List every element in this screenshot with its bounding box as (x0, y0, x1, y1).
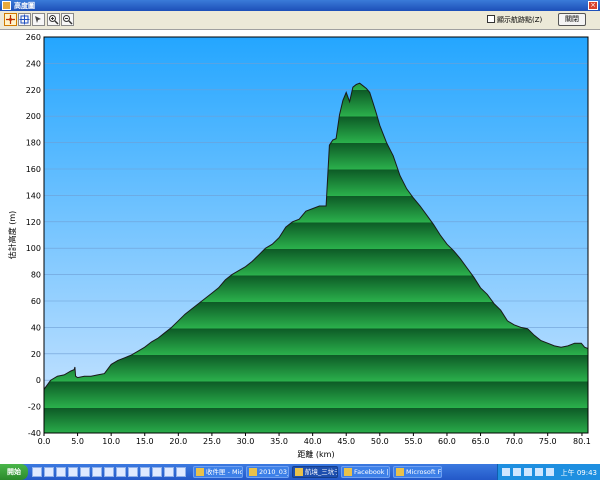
quicklaunch-media-icon[interactable] (68, 467, 78, 477)
window-app-icon (249, 468, 257, 476)
zoom-out-icon[interactable] (61, 13, 74, 26)
pointer-tool-icon[interactable] (4, 13, 17, 26)
window-app-icon (295, 468, 303, 476)
select-tool-icon[interactable] (32, 13, 45, 26)
x-tick-label: 70.0 (505, 437, 523, 446)
taskbar-button[interactable]: Microsoft Fo... (393, 466, 442, 478)
y-axis-ticks: 260240220200180160140120100806040200-20-… (26, 33, 41, 438)
taskbar-button-label: 2010_03_13... (259, 468, 288, 476)
x-tick-label: 80.1 (573, 437, 591, 446)
tray-icon[interactable] (524, 468, 532, 476)
quicklaunch-ie-icon[interactable] (32, 467, 42, 477)
quicklaunch-app-icon[interactable] (116, 467, 126, 477)
x-tick-label: 10.0 (102, 437, 120, 446)
elevation-chart: 260240220200180160140120100806040200-20-… (7, 33, 591, 459)
title-bar: 高度圖 × (0, 0, 600, 11)
window-close-button[interactable]: × (588, 1, 598, 10)
taskbar-button[interactable]: 2010_03_13... (246, 466, 289, 478)
y-tick-label: 60 (31, 297, 41, 306)
quicklaunch-mail-icon[interactable] (56, 467, 66, 477)
y-tick-label: 180 (26, 139, 41, 148)
quicklaunch-app-icon[interactable] (80, 467, 90, 477)
x-tick-label: 60.0 (438, 437, 456, 446)
show-route-label: 顯示航跡點(Z) (497, 16, 543, 24)
quicklaunch-app-icon[interactable] (164, 467, 174, 477)
tray-icon[interactable] (502, 468, 510, 476)
tray-icon[interactable] (535, 468, 543, 476)
tray-icon[interactable] (546, 468, 554, 476)
x-axis-ticks: 0.0 5.0 10.0 15.0 20.0 25.0 30.0 35.0 40.0 45.0 50… (38, 433, 591, 446)
y-tick-label: 40 (31, 323, 41, 332)
taskbar-button-label: Facebook | 我... (354, 468, 389, 476)
window-app-icon (344, 468, 352, 476)
x-tick-label: 75.0 (539, 437, 557, 446)
quicklaunch-app-icon[interactable] (176, 467, 186, 477)
taskbar-button-label: Microsoft Fo... (406, 468, 442, 476)
taskbar-button[interactable]: 收件匣 - Mic... (193, 466, 243, 478)
quicklaunch-app-icon[interactable] (92, 467, 102, 477)
y-tick-label: 120 (26, 218, 41, 227)
y-tick-label: 20 (31, 350, 41, 359)
y-tick-label: 220 (26, 86, 41, 95)
y-tick-label: 140 (26, 191, 41, 200)
quicklaunch-app-icon[interactable] (128, 467, 138, 477)
x-axis-label: 距離 (km) (297, 449, 334, 459)
x-tick-label: 45.0 (337, 437, 355, 446)
toolbar: 顯示航跡點(Z) 關閉 (0, 11, 600, 30)
elevation-chart-panel: 260 240 220 200 180 160 140 120 100 80 60 40 20 0 -20-… (0, 30, 600, 464)
start-button[interactable]: 開始 (0, 464, 28, 480)
x-tick-label: 5.0 (71, 437, 84, 446)
pan-tool-icon[interactable] (18, 13, 31, 26)
x-tick-label: 15.0 (136, 437, 154, 446)
taskbar-button-label: 收件匣 - Mic... (206, 468, 243, 476)
zoom-in-icon[interactable] (47, 13, 60, 26)
window-app-icon (396, 468, 404, 476)
close-button[interactable]: 關閉 (558, 13, 586, 26)
y-tick-label: 160 (26, 165, 41, 174)
x-tick-label: 40.0 (304, 437, 322, 446)
quicklaunch-app-icon[interactable] (152, 467, 162, 477)
y-tick-label: 200 (26, 112, 41, 121)
x-tick-label: 0.0 (38, 437, 51, 446)
y-tick-label: 100 (26, 244, 41, 253)
y-tick-label: 240 (26, 59, 41, 68)
taskbar-button-label: 航境_三坑子... (305, 468, 337, 476)
x-tick-label: 65.0 (472, 437, 490, 446)
tray-icon[interactable] (513, 468, 521, 476)
taskbar: 開始 收件匣 - Mic... 2010_03_13... 航境_三坑子... Fac… (0, 464, 600, 480)
quicklaunch-desktop-icon[interactable] (44, 467, 54, 477)
y-tick-label: 80 (31, 271, 41, 280)
x-tick-label: 20.0 (169, 437, 187, 446)
clock: 上午 09:43 (560, 469, 597, 477)
y-tick-label: 260 (26, 33, 41, 42)
x-tick-label: 25.0 (203, 437, 221, 446)
x-tick-label: 35.0 (270, 437, 288, 446)
x-tick-label: 50.0 (371, 437, 389, 446)
window-app-icon (196, 468, 204, 476)
taskbar-button[interactable]: 航境_三坑子... (292, 466, 338, 478)
show-route-checkbox[interactable] (487, 15, 495, 23)
app-icon (2, 1, 11, 10)
window-title: 高度圖 (14, 2, 35, 10)
quicklaunch-app-icon[interactable] (104, 467, 114, 477)
x-tick-label: 30.0 (237, 437, 255, 446)
system-tray: 上午 09:43 (497, 464, 600, 480)
quicklaunch-app-icon[interactable] (140, 467, 150, 477)
y-tick-label: -20 (28, 403, 41, 412)
taskbar-button[interactable]: Facebook | 我... (341, 466, 390, 478)
y-tick-label: 0 (36, 376, 41, 385)
x-tick-label: 55.0 (404, 437, 422, 446)
y-axis-label: 估計高度 (m) (7, 211, 17, 260)
